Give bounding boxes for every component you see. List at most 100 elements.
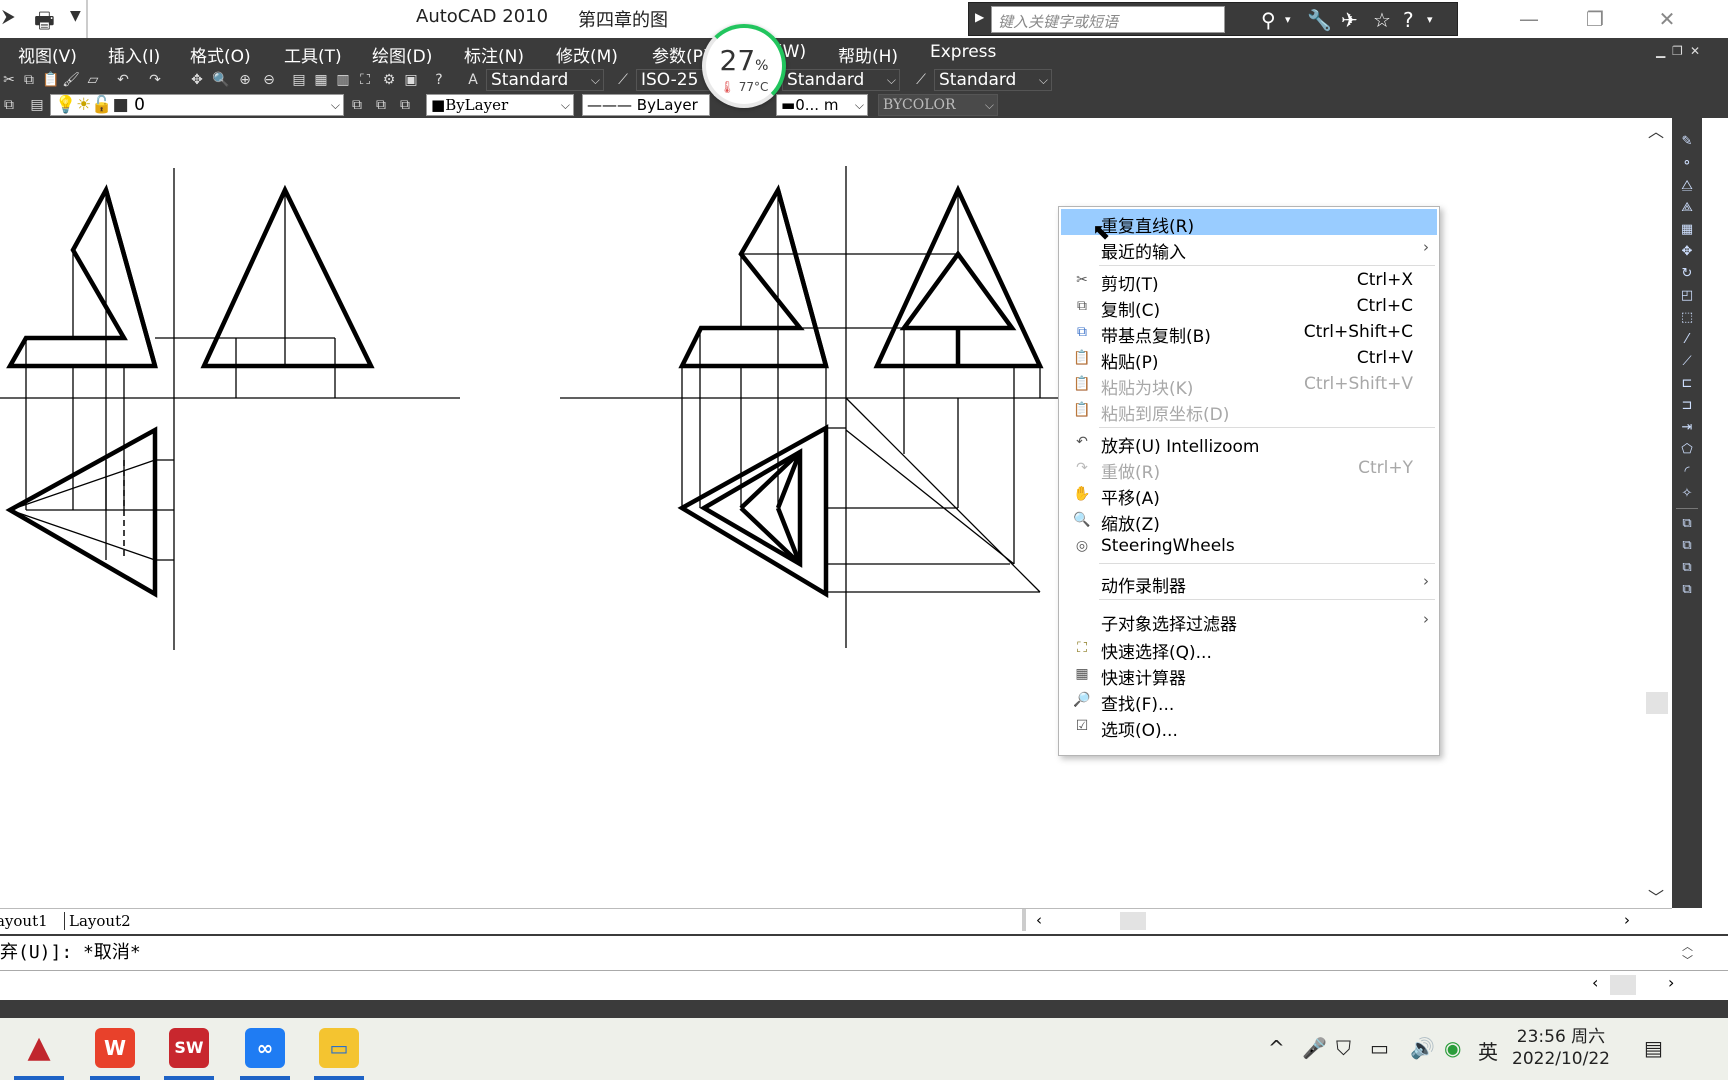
menu-dimension[interactable]: 标注(N) [464, 42, 524, 67]
calculator-tool-icon[interactable]: ▣ [402, 71, 420, 89]
extend-icon[interactable]: ⟋ [1678, 354, 1696, 370]
doc-close-button[interactable]: ✕ [1690, 44, 1700, 58]
menu-item-action-recorder[interactable]: 动作录制器 › [1061, 569, 1437, 597]
new-icon[interactable]: ✂ [0, 71, 18, 89]
send-under-icon[interactable]: ⧉ [1678, 582, 1696, 598]
move-icon[interactable]: ✥ [1678, 244, 1696, 260]
mirror-icon[interactable]: ⧋ [1678, 178, 1696, 194]
mleader-style-select[interactable]: Standard ⌵ [934, 69, 1052, 91]
command-input[interactable]: ‹ › [0, 970, 1728, 1000]
minimize-button[interactable]: — [1506, 4, 1552, 34]
paste-tool-icon[interactable]: 📋 [42, 71, 60, 89]
layer-state-icon[interactable]: ▤ [28, 96, 46, 114]
layer-iso-icon[interactable]: ⧉ [396, 96, 414, 114]
favorites-star-icon[interactable]: ☆ [1373, 8, 1391, 32]
taskbar-file-explorer[interactable]: ▭ [314, 1026, 364, 1080]
break-icon[interactable]: ⊐ [1678, 398, 1696, 414]
menu-item-cut[interactable]: ✂ 剪切(T) Ctrl+X [1061, 267, 1437, 295]
zoom-realtime-icon[interactable]: 🔍 [212, 71, 230, 89]
scale-icon[interactable]: ◰ [1678, 288, 1696, 304]
menu-item-copy[interactable]: ⧉ 复制(C) Ctrl+C [1061, 293, 1437, 321]
menu-view[interactable]: 视图(V) [18, 42, 77, 67]
taskbar-tencent-meeting[interactable]: ∞ [240, 1026, 290, 1080]
break-at-point-icon[interactable]: ⊏ [1678, 376, 1696, 392]
battery-icon[interactable]: ▭ [1370, 1036, 1389, 1060]
rotate-icon[interactable]: ↻ [1678, 266, 1696, 282]
menu-item-undo[interactable]: ↶ 放弃(U) Intellizoom [1061, 429, 1437, 457]
layer-previous-icon[interactable]: ⧉ [372, 96, 390, 114]
menu-item-recent-input[interactable]: 最近的输入 › [1061, 235, 1437, 263]
cmd-scroll-down-icon[interactable]: ﹀ [1682, 952, 1693, 968]
join-icon[interactable]: ⇥ [1678, 420, 1696, 436]
chamfer-icon[interactable]: ⬠ [1678, 442, 1696, 458]
menu-item-subobject-filter[interactable]: 子对象选择过滤器 › [1061, 607, 1437, 635]
menu-item-options[interactable]: ☑ 选项(O)... [1061, 713, 1437, 741]
infocenter-collapse-icon[interactable]: ▶ [975, 10, 984, 24]
print-icon[interactable]: 🖶 [34, 4, 62, 34]
hscroll-thumb[interactable] [1120, 912, 1146, 930]
microphone-icon[interactable]: 🎤 [1302, 1036, 1327, 1060]
menu-tools[interactable]: 工具(T) [284, 42, 342, 67]
search-dropdown-icon[interactable]: ▾ [1285, 8, 1291, 32]
table-style-select[interactable]: Standard ⌵ [782, 69, 900, 91]
taskbar-wps[interactable]: W [90, 1026, 140, 1080]
vertical-scrollbar[interactable]: ︿ ﹀ [1640, 118, 1672, 908]
close-button[interactable]: ✕ [1644, 4, 1690, 34]
menu-item-quickcalc[interactable]: ▦ 快速计算器 [1061, 661, 1437, 689]
markup-icon[interactable]: ⚙ [380, 71, 398, 89]
tab-layout2[interactable]: Layout2 [64, 912, 131, 930]
satellite-icon[interactable]: ✈ [1341, 8, 1358, 32]
trim-icon[interactable]: ⁄ [1678, 332, 1696, 348]
zoom-previous-icon[interactable]: ⊖ [260, 71, 278, 89]
stretch-icon[interactable]: ⬚ [1678, 310, 1696, 326]
text-style-select[interactable]: Standard ⌵ [486, 69, 604, 91]
menu-item-copy-with-base[interactable]: ⧉ 带基点复制(B) Ctrl+Shift+C [1061, 319, 1437, 347]
ime-indicator[interactable]: 英 [1478, 1036, 1498, 1065]
help-tool-icon[interactable]: ? [430, 71, 448, 89]
menu-parametric[interactable]: 参数(P) [652, 42, 710, 67]
hscroll-left-arrow-icon[interactable]: ‹ [1036, 911, 1042, 929]
zoom-window-icon[interactable]: ⊕ [236, 71, 254, 89]
help-dropdown-icon[interactable]: ▾ [1427, 8, 1433, 32]
design-center-icon[interactable]: ▦ [312, 71, 330, 89]
taskbar-solidworks[interactable]: SW [164, 1026, 214, 1080]
menu-item-find[interactable]: 🔎 查找(F)... [1061, 687, 1437, 715]
menu-help[interactable]: 帮助(H) [838, 42, 898, 67]
menu-draw[interactable]: 绘图(D) [372, 42, 432, 67]
binoculars-icon[interactable]: ⚲ [1261, 8, 1276, 32]
cmd-hscroll-thumb[interactable] [1610, 975, 1636, 995]
qat-dropdown-icon[interactable]: ▼ [70, 8, 81, 24]
color-select[interactable]: ■ByLayer ⌵ [426, 94, 574, 116]
vscroll-thumb[interactable] [1646, 692, 1668, 714]
sheet-set-icon[interactable]: ⛶ [356, 71, 374, 89]
cmd-hscroll-right-icon[interactable]: › [1668, 973, 1674, 992]
menu-format[interactable]: 格式(O) [190, 42, 251, 67]
matchprop-icon[interactable]: 🖌 [62, 71, 80, 89]
menu-item-redo[interactable]: ↷ 重做(R) Ctrl+Y [1061, 455, 1437, 483]
notification-icon[interactable]: ▤ [1644, 1036, 1663, 1060]
scroll-down-arrow-icon[interactable]: ﹀ [1648, 884, 1664, 908]
draw-order-back-icon[interactable]: ⧉ [1678, 538, 1696, 554]
block-editor-icon[interactable]: ▱ [84, 71, 102, 89]
menu-express[interactable]: Express [930, 42, 996, 62]
tab-layout1[interactable]: Layout1 [0, 912, 48, 930]
menu-item-paste-as-block[interactable]: 📋 粘贴为块(K) Ctrl+Shift+V [1061, 371, 1437, 399]
menu-item-quick-select[interactable]: ⛶ 快速选择(Q)... [1061, 635, 1437, 663]
linetype-select[interactable]: ——— ByLayer [582, 94, 710, 116]
copy-object-icon[interactable]: ⚬ [1678, 156, 1696, 172]
clock[interactable]: 23:56 周六 2022/10/22 [1512, 1026, 1610, 1070]
undo-tool-icon[interactable]: ↶ [114, 71, 132, 89]
layer-select[interactable]: 💡☀🔓■ 0 ⌵ [50, 94, 344, 116]
fillet-icon[interactable]: ◜ [1678, 464, 1696, 480]
lineweight-select[interactable]: ▬0... m ⌵ [776, 94, 868, 116]
make-current-icon[interactable]: ⧉ [348, 96, 366, 114]
menu-item-repeat-line[interactable]: 重复直线(R) [1061, 209, 1437, 237]
quick-access-arrow-icon[interactable]: ⮞ [2, 6, 15, 27]
doc-minimize-button[interactable]: ▁ [1656, 44, 1665, 58]
copy-tool-icon[interactable]: ⧉ [20, 71, 38, 89]
draw-order-icon[interactable]: ⧉ [1678, 516, 1696, 532]
bring-above-icon[interactable]: ⧉ [1678, 560, 1696, 576]
menu-item-zoom[interactable]: 🔍 缩放(Z) [1061, 507, 1437, 535]
scroll-up-arrow-icon[interactable]: ︿ [1648, 118, 1664, 142]
menu-item-pan[interactable]: ✋ 平移(A) [1061, 481, 1437, 509]
